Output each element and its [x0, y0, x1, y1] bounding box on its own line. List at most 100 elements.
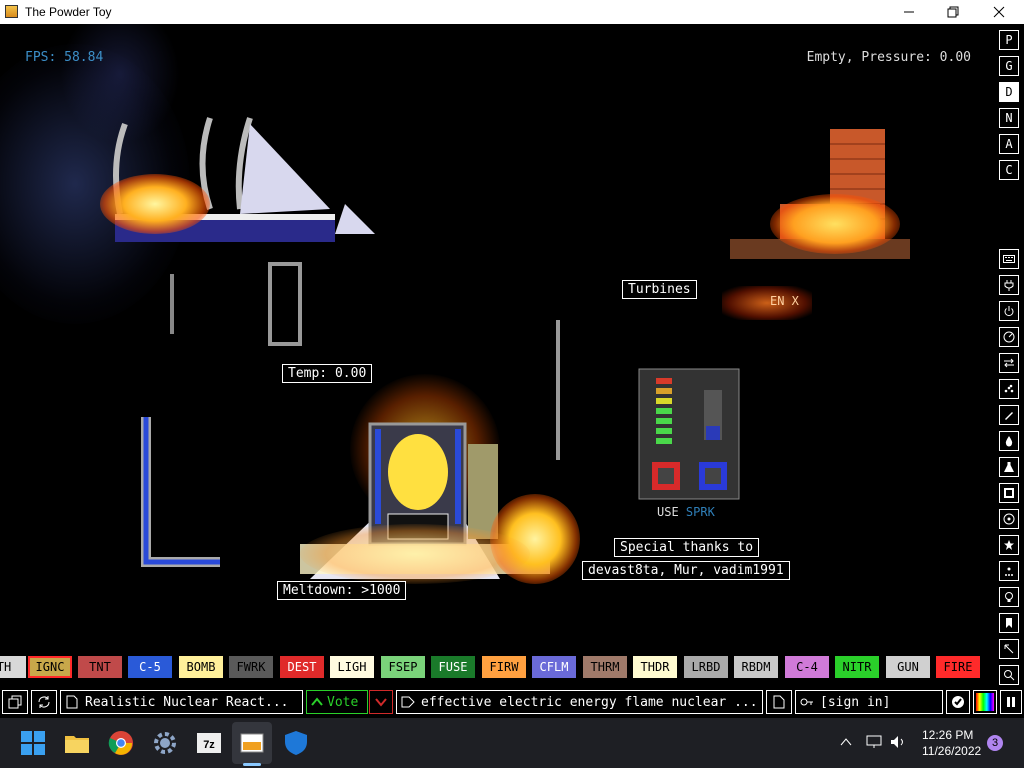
plug-icon[interactable] — [999, 275, 1019, 295]
minimize-button[interactable] — [886, 0, 932, 24]
element-button[interactable]: C-4 — [785, 656, 829, 678]
save-title-field[interactable]: Realistic Nuclear React... — [60, 690, 303, 714]
clock-time[interactable]: 12:26 PM — [922, 728, 973, 742]
element-button[interactable]: FSEP — [381, 656, 425, 678]
fire-glow — [770, 194, 900, 254]
svg-text:7z: 7z — [203, 739, 215, 751]
fire-glow — [300, 524, 530, 584]
element-button[interactable]: TH — [0, 656, 26, 678]
document-icon — [66, 695, 78, 709]
element-label: GUN — [897, 660, 919, 674]
clock-date[interactable]: 11/26/2022 — [922, 744, 981, 758]
settings-gear-icon[interactable] — [152, 730, 178, 756]
reload-icon — [38, 696, 50, 708]
powder-toy-taskbar-icon[interactable] — [239, 730, 265, 756]
menu-button-console[interactable]: C — [999, 160, 1019, 180]
menu-button-powders[interactable]: P — [999, 30, 1019, 50]
element-button[interactable]: DEST — [280, 656, 324, 678]
tags-field[interactable]: effective electric energy flame nuclear … — [396, 690, 763, 714]
use-spark-hint: USE SPRK — [657, 505, 715, 519]
vote-up-button[interactable]: Vote — [306, 690, 368, 714]
open-save-button[interactable] — [2, 690, 28, 714]
windows-start-icon[interactable] — [20, 730, 46, 756]
element-label: CFLM — [539, 660, 569, 674]
powder-icon[interactable] — [999, 379, 1019, 399]
windows-security-icon[interactable] — [283, 730, 309, 756]
element-button[interactable]: THRM — [583, 656, 627, 678]
restore-button[interactable] — [930, 0, 976, 24]
element-bar: TH IGNC TNT C-5 BOMB FWRK DEST LIGH FSEP… — [0, 654, 996, 680]
element-button[interactable]: NITR — [835, 656, 879, 678]
flask-icon[interactable] — [999, 457, 1019, 477]
volume-icon[interactable] — [890, 735, 908, 749]
close-button[interactable] — [976, 0, 1022, 24]
vote-down-button[interactable] — [369, 690, 393, 714]
element-label: FSEP — [388, 660, 418, 674]
bookmark-icon[interactable] — [999, 613, 1019, 633]
sign-in-button[interactable]: [sign in] — [795, 690, 943, 714]
render-options-button[interactable] — [973, 690, 997, 714]
simulation-canvas[interactable]: EN X FPS: 58.84 Empty, Pressure: 0.00 Tu… — [0, 24, 996, 652]
element-button[interactable]: THDR — [633, 656, 677, 678]
element-button[interactable]: TNT — [78, 656, 122, 678]
7zip-icon[interactable]: 7z — [196, 730, 222, 756]
chevron-up-icon[interactable] — [840, 737, 852, 747]
keyboard-icon[interactable] — [999, 249, 1019, 269]
cursor-icon[interactable] — [999, 639, 1019, 659]
element-button[interactable]: C-5 — [128, 656, 172, 678]
element-button[interactable]: RBDM — [734, 656, 778, 678]
element-button[interactable]: LIGH — [330, 656, 374, 678]
arrows-icon[interactable] — [999, 353, 1019, 373]
element-button[interactable]: FIRW — [482, 656, 526, 678]
element-button[interactable]: IGNC — [28, 656, 72, 678]
chrome-icon[interactable] — [108, 730, 134, 756]
element-label: THRM — [590, 660, 620, 674]
new-simulation-button[interactable] — [766, 690, 792, 714]
tags-text: effective electric energy flame nuclear … — [421, 694, 758, 710]
search-icon[interactable] — [999, 665, 1019, 685]
reload-button[interactable] — [31, 690, 57, 714]
credits-sign: devast8ta, Mur, vadim1991 — [582, 561, 790, 580]
element-button[interactable]: LRBD — [684, 656, 728, 678]
menu-button-deco[interactable]: D — [999, 82, 1019, 102]
use-label: USE — [657, 505, 679, 519]
element-button[interactable]: FIRE — [936, 656, 980, 678]
checkmark-icon — [952, 696, 964, 708]
user-key-icon — [800, 698, 813, 706]
en-sign: EN X — [770, 294, 799, 308]
tool-sidebar: P G D N A C — [996, 24, 1024, 688]
element-button[interactable]: GUN — [886, 656, 930, 678]
square-icon[interactable] — [999, 483, 1019, 503]
title-bar: The Powder Toy — [0, 0, 1024, 24]
dots-icon[interactable] — [999, 561, 1019, 581]
star-icon[interactable] — [999, 535, 1019, 555]
element-button[interactable]: FUSE — [431, 656, 475, 678]
element-button[interactable]: CFLM — [532, 656, 576, 678]
network-icon[interactable] — [866, 735, 884, 749]
coolant-pipe — [141, 417, 220, 567]
menu-button-ambient[interactable]: A — [999, 134, 1019, 154]
close-icon — [993, 6, 1005, 18]
open-folder-icon — [8, 695, 22, 709]
temp-sign: Temp: 0.00 — [282, 364, 373, 383]
turbines-sign: Turbines — [622, 280, 697, 299]
new-file-icon — [773, 695, 785, 709]
settings-button[interactable] — [946, 690, 970, 714]
bulb-icon[interactable] — [999, 587, 1019, 607]
gauge-icon[interactable] — [999, 327, 1019, 347]
control-panel — [638, 368, 740, 500]
window-title: The Powder Toy — [25, 5, 112, 19]
minimize-icon — [904, 11, 914, 13]
notification-badge[interactable]: 3 — [987, 735, 1003, 751]
pause-button[interactable] — [1000, 690, 1022, 714]
power-icon[interactable] — [999, 301, 1019, 321]
file-explorer-icon[interactable] — [64, 730, 90, 756]
element-button[interactable]: BOMB — [179, 656, 223, 678]
element-label: RBDM — [741, 660, 771, 674]
pen-icon[interactable] — [999, 405, 1019, 425]
radiation-icon[interactable] — [999, 509, 1019, 529]
menu-button-newtonian[interactable]: N — [999, 108, 1019, 128]
element-button[interactable]: FWRK — [229, 656, 273, 678]
menu-button-gases[interactable]: G — [999, 56, 1019, 76]
drop-icon[interactable] — [999, 431, 1019, 451]
